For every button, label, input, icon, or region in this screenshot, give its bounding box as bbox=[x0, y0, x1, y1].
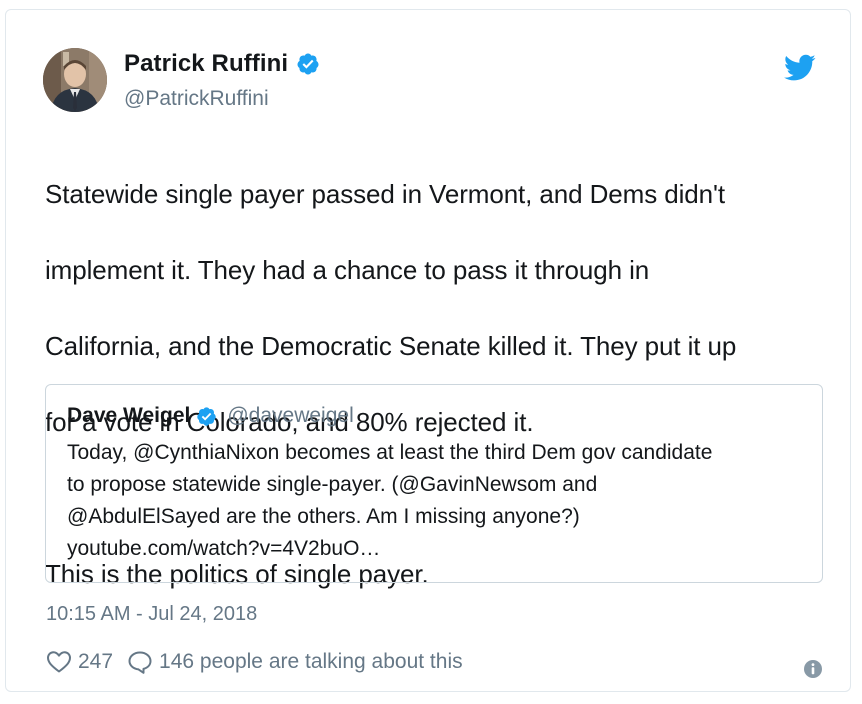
tweet-line: implement it. They had a chance to pass … bbox=[45, 255, 650, 285]
talking-about-text: 146 people are talking about this bbox=[159, 650, 463, 673]
tweet-line: California, and the Democratic Senate ki… bbox=[45, 331, 737, 361]
quoted-link[interactable]: youtube.com/watch?v=4V2buO… bbox=[67, 533, 812, 565]
quoted-display-name: Dave Weigel bbox=[67, 404, 191, 427]
embedded-tweet-card: Patrick Ruffini @PatrickRuffini Statewid… bbox=[5, 9, 851, 692]
avatar[interactable] bbox=[43, 48, 107, 112]
heart-icon bbox=[47, 651, 71, 673]
quoted-line: Today, @CynthiaNixon becomes at least th… bbox=[67, 441, 713, 464]
like-button[interactable]: 247 bbox=[46, 650, 113, 674]
author-display-name[interactable]: Patrick Ruffini bbox=[124, 50, 288, 78]
author-name-row[interactable]: Patrick Ruffini bbox=[124, 50, 320, 78]
quoted-author-row: Dave Weigel @daveweigel bbox=[67, 404, 354, 428]
like-count: 247 bbox=[78, 650, 114, 673]
verified-badge-icon bbox=[297, 53, 319, 75]
quoted-tweet-text: Today, @CynthiaNixon becomes at least th… bbox=[67, 437, 812, 565]
reply-button[interactable]: 146 people are talking about this bbox=[127, 650, 463, 674]
tweet-timestamp[interactable]: 10:15 AM - Jul 24, 2018 bbox=[46, 603, 257, 626]
quoted-line: @AbdulElSayed are the others. Am I missi… bbox=[67, 505, 580, 528]
quoted-line: to propose statewide single-payer. (@Gav… bbox=[67, 473, 598, 496]
verified-badge-icon bbox=[197, 406, 217, 426]
quoted-handle: @daveweigel bbox=[227, 404, 354, 427]
tweet-actions: 247 146 people are talking about this bbox=[46, 650, 463, 674]
twitter-bird-icon[interactable] bbox=[784, 54, 816, 82]
reply-bubble-icon bbox=[128, 651, 152, 674]
tweet-line: Statewide single payer passed in Vermont… bbox=[45, 179, 725, 209]
profile-photo bbox=[43, 48, 107, 112]
quoted-tweet[interactable]: Dave Weigel @daveweigel Today, @CynthiaN… bbox=[45, 384, 823, 583]
info-icon[interactable] bbox=[803, 659, 823, 679]
author-handle[interactable]: @PatrickRuffini bbox=[124, 87, 269, 111]
